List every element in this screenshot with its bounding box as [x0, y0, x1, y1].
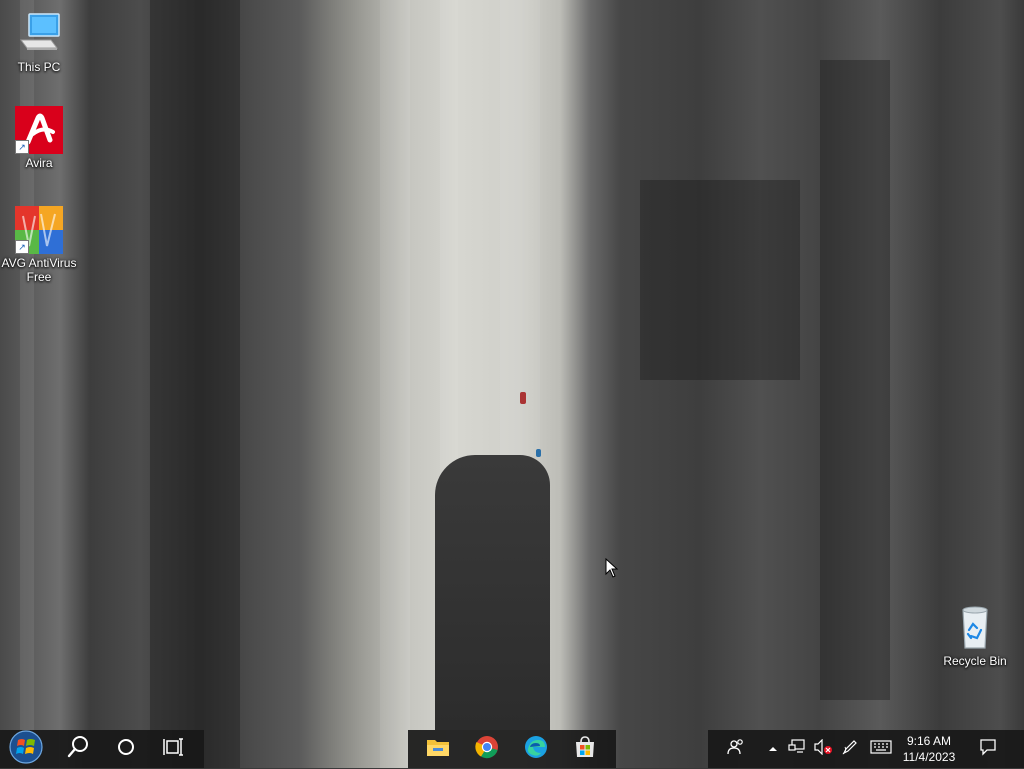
people-button[interactable]	[714, 730, 758, 768]
desktop-icon-recycle-bin[interactable]: Recycle Bin	[937, 604, 1013, 668]
microsoft-store-icon	[573, 735, 597, 764]
touch-keyboard-icon	[870, 739, 892, 759]
taskbar-left-section	[0, 729, 204, 769]
cortana-button[interactable]	[102, 730, 150, 768]
network-icon	[788, 738, 806, 760]
shortcut-arrow-icon: ↗	[15, 140, 29, 154]
desktop-icon-label: Avira	[25, 156, 53, 170]
file-explorer-icon	[426, 736, 450, 763]
search-button[interactable]	[54, 730, 102, 768]
chevron-up-icon	[768, 740, 778, 758]
desktop-icon-avira[interactable]: ↗ Avira	[1, 106, 77, 170]
action-center-button[interactable]	[966, 730, 1010, 768]
desktop-icon-this-pc[interactable]: This PC	[1, 10, 77, 74]
people-icon	[727, 738, 745, 761]
task-view-button[interactable]	[150, 730, 198, 768]
mouse-cursor-icon	[605, 557, 619, 583]
touch-keyboard-button[interactable]	[866, 730, 896, 768]
recycle-bin-icon	[951, 604, 999, 652]
show-hidden-icons-button[interactable]	[762, 730, 784, 768]
avg-antivirus-icon: ↗	[15, 206, 63, 254]
task-view-icon	[163, 737, 185, 762]
search-icon	[66, 735, 90, 764]
start-icon	[9, 729, 43, 769]
taskbar-clock[interactable]: 9:16 AM 11/4/2023	[896, 730, 962, 768]
avira-icon: ↗	[15, 106, 63, 154]
desktop-icon-avg[interactable]: ↗ AVG AntiVirus Free	[1, 206, 77, 284]
pen-workspace-icon	[841, 738, 859, 761]
shortcut-arrow-icon: ↗	[15, 240, 29, 254]
pen-workspace-button[interactable]	[836, 730, 864, 768]
edge-icon	[524, 735, 548, 764]
taskbar-system-tray: 9:16 AM 11/4/2023	[708, 730, 1024, 768]
cortana-icon	[116, 737, 136, 762]
taskbar-pinned-apps	[408, 730, 616, 768]
clock-time: 9:16 AM	[906, 734, 952, 748]
file-explorer-button[interactable]	[414, 730, 462, 768]
chrome-icon	[475, 735, 499, 764]
chrome-button[interactable]	[463, 730, 511, 768]
microsoft-store-button[interactable]	[561, 730, 609, 768]
network-button[interactable]	[784, 730, 810, 768]
volume-muted-icon	[813, 738, 833, 760]
this-pc-icon	[15, 10, 63, 58]
desktop-icon-label: Recycle Bin	[943, 654, 1007, 668]
edge-button[interactable]	[512, 730, 560, 768]
start-button[interactable]	[2, 729, 50, 769]
desktop-icon-label: AVG AntiVirus Free	[1, 256, 77, 284]
volume-button[interactable]	[810, 730, 836, 768]
desktop-wallpaper	[0, 0, 1024, 768]
action-center-icon	[979, 738, 997, 761]
clock-date: 11/4/2023	[902, 750, 956, 764]
desktop-icon-label: This PC	[17, 60, 61, 74]
